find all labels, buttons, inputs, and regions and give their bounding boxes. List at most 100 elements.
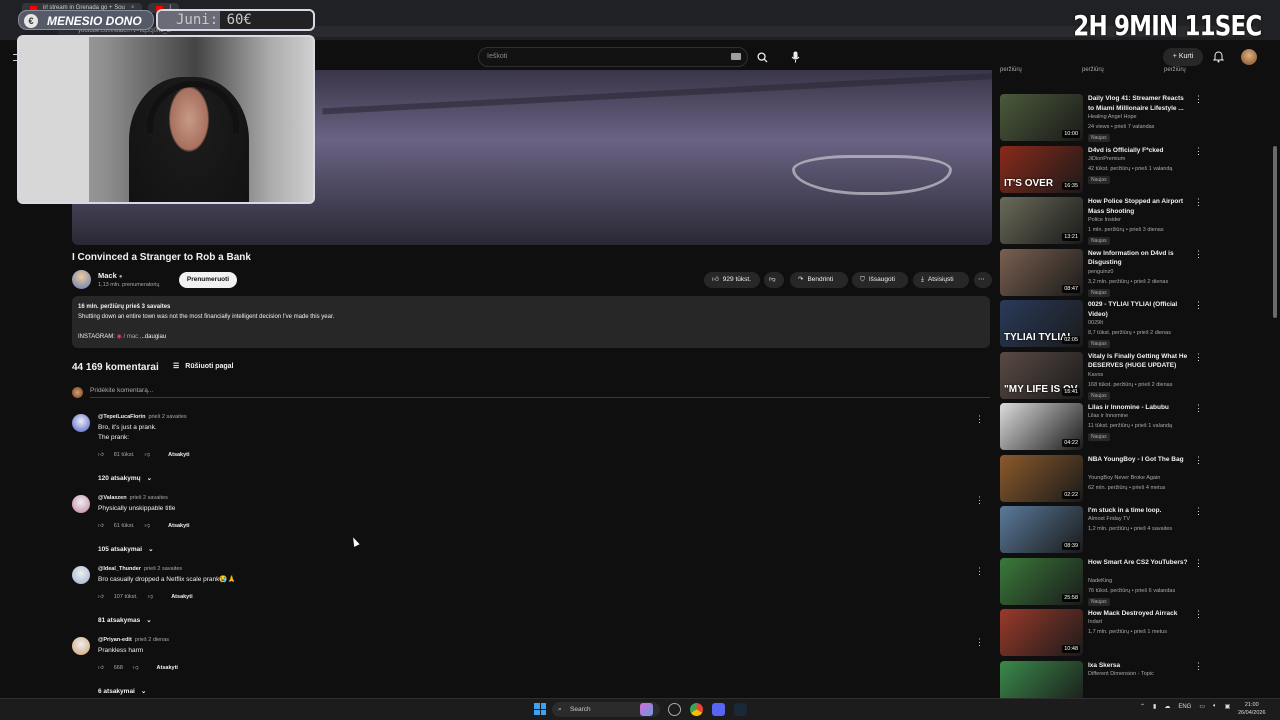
chevron-up-icon[interactable]: ⌃	[1140, 703, 1145, 710]
recommendation-channel[interactable]: NadeKing	[1088, 578, 1112, 584]
reply-button[interactable]: Atsakyti	[168, 523, 189, 529]
recommendation-title[interactable]: How Mack Destroyed Airrack	[1088, 609, 1190, 619]
thumbs-up-icon[interactable]: 👍︎	[98, 452, 104, 458]
comment-author[interactable]: @Valaxzen	[98, 495, 127, 501]
commenter-avatar[interactable]	[72, 637, 90, 655]
recommendation-item[interactable]: 04:22 Lilas ir Innomine - Labubu Lilas ir …	[1000, 403, 1210, 455]
thumbs-down-icon[interactable]: 👎︎	[148, 594, 154, 600]
more-vertical-icon[interactable]: ⋮	[1194, 455, 1203, 466]
recommendation-channel[interactable]: penguinz0	[1088, 269, 1113, 275]
channel-avatar[interactable]	[72, 270, 91, 289]
instagram-handle[interactable]: / mac	[123, 334, 138, 340]
commenter-avatar[interactable]	[72, 566, 90, 584]
network-icon[interactable]: ▭	[1199, 703, 1205, 710]
recommendation-title[interactable]: Ixa Skersa	[1088, 661, 1190, 671]
subscribe-button[interactable]: Prenumeruoti	[179, 272, 237, 288]
search-button[interactable]	[750, 47, 774, 67]
thumbs-up-icon[interactable]: 👍︎	[98, 665, 104, 671]
recommendation-channel[interactable]: Healing Angel Hope	[1088, 114, 1137, 120]
language-indicator[interactable]: ENG	[1178, 704, 1191, 710]
replies-toggle[interactable]: 6 atsakymai ⌄	[98, 687, 146, 696]
video-thumbnail[interactable]: 08:39	[1000, 506, 1083, 553]
app-icon[interactable]	[640, 703, 653, 716]
recommendation-title[interactable]: D4vd is Officially F*cked	[1088, 146, 1190, 156]
notifications-bell-icon[interactable]	[1212, 50, 1225, 68]
recommendation-item[interactable]: IT'S OVER 16:35 D4vd is Officially F*cked J…	[1000, 145, 1210, 198]
replies-toggle[interactable]: 105 atsakymai ⌄	[98, 545, 154, 554]
add-comment-input[interactable]: Pridėkite komentarą...	[90, 387, 990, 398]
recommendation-channel[interactable]: 0029lt	[1088, 320, 1103, 326]
recommendation-channel[interactable]: JiDionPremium	[1088, 156, 1125, 162]
more-vertical-icon[interactable]: ⋮	[1194, 558, 1203, 569]
discord-icon[interactable]	[712, 703, 725, 716]
more-vertical-icon[interactable]: ⋮	[1194, 352, 1203, 363]
keyboard-icon[interactable]	[731, 53, 741, 60]
recommendation-title[interactable]: New Information on D4vd is Disgusting	[1088, 249, 1190, 268]
video-thumbnail[interactable]: 10:48	[1000, 609, 1083, 656]
commenter-avatar[interactable]	[72, 495, 90, 513]
comment-author[interactable]: @Priyan-edit	[98, 637, 132, 643]
search-input[interactable]: Ieškoti	[478, 47, 748, 67]
recommendation-title[interactable]: How Police Stopped an Airport Mass Shoot…	[1088, 197, 1190, 216]
recommendation-item[interactable]: "MY LIFE IS OV 15:41 Vitaly Is Finally Get…	[1000, 351, 1210, 404]
account-avatar[interactable]	[1241, 49, 1257, 65]
steam-icon[interactable]	[734, 703, 747, 716]
video-thumbnail[interactable]: "MY LIFE IS OV 15:41	[1000, 351, 1083, 399]
more-vertical-icon[interactable]: ⋮	[1194, 300, 1203, 311]
video-thumbnail[interactable]: 13:21	[1000, 197, 1083, 244]
scrollbar-thumb[interactable]	[1273, 146, 1277, 318]
recommendation-item[interactable]: 08:39 I'm stuck in a time loop. Almost Fri…	[1000, 506, 1210, 558]
recommendation-channel[interactable]: Lilas ir Innomine	[1088, 413, 1128, 419]
recommendation-title[interactable]: 0029 - TYLIAI TYLIAI (Official Video)	[1088, 300, 1190, 319]
save-button[interactable]: ⛉ Išsaugoti	[852, 272, 908, 288]
thumbs-down-icon[interactable]: 👎︎	[133, 665, 139, 671]
recommendation-channel[interactable]: Indart	[1088, 619, 1102, 625]
thumbs-down-icon[interactable]: 👎︎	[145, 523, 151, 529]
thumbs-up-icon[interactable]: 👍︎	[98, 523, 104, 529]
windows-start-icon[interactable]	[534, 703, 546, 715]
recommendation-channel[interactable]: Police Insider	[1088, 217, 1121, 223]
more-vertical-icon[interactable]: ⋮	[1194, 661, 1203, 672]
recommendation-item[interactable]: Ixa Skersa Different Dimension - Topic ⋮	[1000, 660, 1210, 698]
recommendation-channel[interactable]: Different Dimension - Topic	[1088, 671, 1154, 677]
more-vertical-icon[interactable]: ⋮	[975, 637, 984, 648]
thumbs-down-icon[interactable]: 👎︎	[145, 452, 151, 458]
commenter-avatar[interactable]	[72, 414, 90, 432]
cloud-icon[interactable]: ☁	[1164, 703, 1170, 710]
volume-icon[interactable]: 🔈︎	[1213, 703, 1217, 710]
reply-button[interactable]: Atsakyti	[171, 594, 192, 600]
more-link[interactable]: ...daugiau	[140, 334, 166, 340]
description-box[interactable]: 16 mln. peržiūrų prieš 3 savaites Shutti…	[72, 296, 990, 348]
download-button[interactable]: ⤓ Atsisiųsti	[913, 272, 969, 288]
video-thumbnail[interactable]: IT'S OVER 16:35	[1000, 145, 1083, 193]
recommendation-item[interactable]: 10:48 How Mack Destroyed Airrack Indart 1,7…	[1000, 609, 1210, 661]
replies-toggle[interactable]: 120 atsakymų ⌄	[98, 474, 152, 483]
recommendation-item[interactable]: 25:58 How Smart Are CS2 YouTubers? NadeKin…	[1000, 557, 1210, 610]
recommendation-title[interactable]: NBA YoungBoy - I Got The Bag	[1088, 455, 1190, 465]
reply-button[interactable]: Atsakyti	[157, 665, 178, 671]
recommendation-channel[interactable]: Almost Friday TV	[1088, 516, 1130, 522]
recommendation-channel[interactable]: Kavos	[1088, 372, 1103, 378]
replies-toggle[interactable]: 81 atsakymas ⌄	[98, 616, 152, 625]
more-vertical-icon[interactable]: ⋮	[1194, 403, 1203, 414]
video-thumbnail[interactable]: 25:58	[1000, 557, 1083, 605]
settings-icon[interactable]: ▣	[1225, 703, 1231, 710]
like-button[interactable]: 👍︎ 929 tūkst.	[704, 272, 760, 288]
voice-search-button[interactable]	[784, 47, 806, 67]
more-vertical-icon[interactable]: ⋮	[1194, 94, 1203, 105]
recommendation-item[interactable]: 02:22 NBA YoungBoy - I Got The Bag YoungBo…	[1000, 454, 1210, 507]
recommendation-item[interactable]: 08:47 New Information on D4vd is Disgusti…	[1000, 248, 1210, 301]
recommendation-title[interactable]: Daily Vlog 41: Streamer Reacts to Miami …	[1088, 94, 1190, 113]
reply-button[interactable]: Atsakyti	[168, 452, 189, 458]
clock[interactable]: 21:00 26/04/2026	[1238, 701, 1266, 717]
dislike-button[interactable]: 👎︎	[764, 272, 784, 288]
more-vertical-icon[interactable]: ⋮	[1194, 609, 1203, 620]
more-vertical-icon[interactable]: ⋮	[975, 414, 984, 425]
recommendation-channel[interactable]: YoungBoy Never Broke Again	[1088, 475, 1160, 481]
app-icon[interactable]	[668, 703, 681, 716]
battery-icon[interactable]: ▮	[1153, 703, 1156, 710]
video-thumbnail[interactable]	[1000, 660, 1083, 698]
more-vertical-icon[interactable]: ⋮	[1194, 249, 1203, 260]
recommendation-title[interactable]: Vitaly Is Finally Getting What He DESERV…	[1088, 352, 1190, 371]
share-button[interactable]: ↷ Bendrinti	[790, 272, 848, 288]
